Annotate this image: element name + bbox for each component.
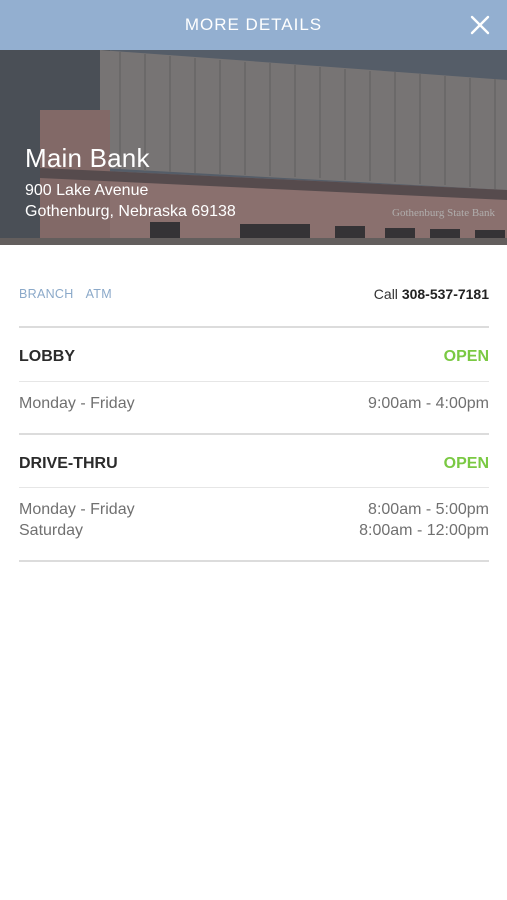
call-prefix: Call bbox=[373, 286, 398, 302]
tabs-row: BRANCH ATM Call 308-537-7181 bbox=[19, 284, 489, 304]
phone-number: 308-537-7181 bbox=[401, 286, 489, 302]
page-title: MORE DETAILS bbox=[184, 15, 323, 34]
hours-row: Saturday 8:00am - 12:00pm bbox=[19, 520, 489, 542]
tab-branch[interactable]: BRANCH bbox=[19, 287, 74, 301]
hours-days: Monday - Friday bbox=[19, 395, 135, 412]
details-page: MORE DETAILS Gothenburg State Bank Main … bbox=[0, 0, 507, 900]
call-link[interactable]: Call 308-537-7181 bbox=[374, 286, 489, 302]
hours-time: 8:00am - 5:00pm bbox=[368, 501, 489, 518]
tab-atm[interactable]: ATM bbox=[86, 287, 112, 301]
status-badge-drive-thru: OPEN bbox=[443, 455, 489, 472]
drive-thru-header: DRIVE-THRU OPEN bbox=[19, 453, 489, 475]
address-line-1: 900 Lake Avenue bbox=[25, 182, 149, 199]
divider bbox=[19, 560, 489, 562]
divider bbox=[19, 487, 489, 488]
hours-row: Monday - Friday 8:00am - 5:00pm bbox=[19, 499, 489, 521]
hours-days: Saturday bbox=[19, 522, 84, 539]
status-badge-lobby: OPEN bbox=[443, 348, 489, 365]
hours-row: Monday - Friday 9:00am - 4:00pm bbox=[19, 393, 489, 415]
divider bbox=[19, 326, 489, 328]
lobby-header: LOBBY OPEN bbox=[19, 346, 489, 368]
section-title-lobby: LOBBY bbox=[19, 348, 75, 365]
divider bbox=[19, 381, 489, 382]
branch-photo: Gothenburg State Bank Main Bank 900 Lake… bbox=[0, 50, 507, 245]
address-line-2: Gothenburg, Nebraska 69138 bbox=[25, 203, 236, 220]
hours-time: 8:00am - 12:00pm bbox=[359, 522, 489, 539]
close-button[interactable] bbox=[467, 12, 493, 38]
location-name: Main Bank bbox=[25, 143, 150, 173]
divider bbox=[19, 433, 489, 435]
close-icon bbox=[470, 15, 490, 35]
header-bar: MORE DETAILS bbox=[0, 0, 507, 50]
location-info: Main Bank 900 Lake Avenue Gothenburg, Ne… bbox=[25, 142, 236, 222]
hours-time: 9:00am - 4:00pm bbox=[368, 395, 489, 412]
hours-days: Monday - Friday bbox=[19, 501, 135, 518]
location-address: 900 Lake Avenue Gothenburg, Nebraska 691… bbox=[25, 180, 236, 222]
section-title-drive-thru: DRIVE-THRU bbox=[19, 455, 118, 472]
